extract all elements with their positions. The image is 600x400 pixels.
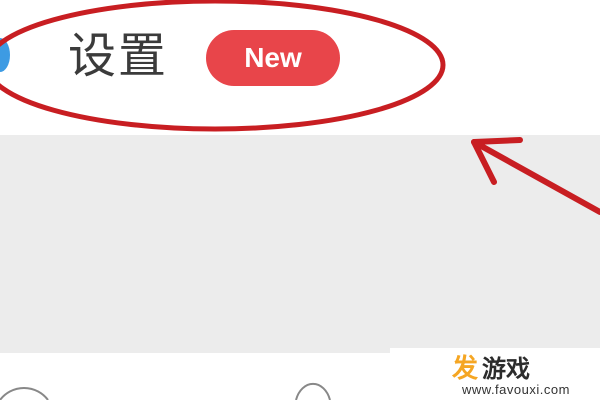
content-area [0, 135, 600, 353]
watermark-logo-icon: 发 [452, 354, 479, 384]
settings-label[interactable]: 设置 [68, 26, 168, 86]
circle-icon [295, 382, 331, 400]
gear-icon[interactable] [0, 38, 10, 72]
watermark-brand: 游戏 [482, 355, 530, 383]
new-badge: New [206, 30, 340, 86]
watermark: 发 游戏 www.favouxi.com [390, 348, 600, 400]
settings-header: 设置 New [0, 0, 600, 135]
circle-icon [0, 387, 49, 400]
watermark-url: www.favouxi.com [462, 382, 570, 397]
